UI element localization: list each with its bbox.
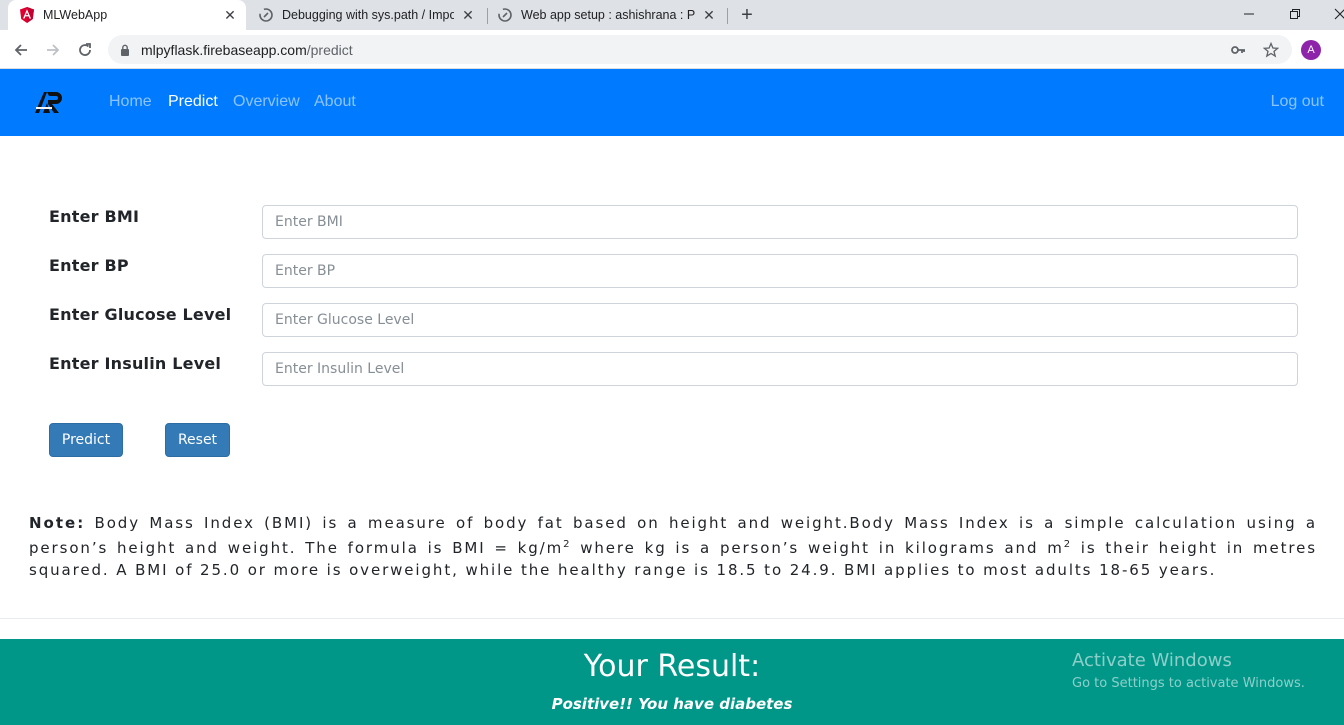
section-divider	[0, 618, 1344, 619]
glucose-label: Enter Glucose Level	[49, 305, 232, 324]
bmi-note: Note: Body Mass Index (BMI) is a measure…	[29, 512, 1317, 581]
restore-icon[interactable]	[1285, 4, 1305, 24]
tab-debugging[interactable]: Debugging with sys.path / Impor ✕	[250, 0, 484, 30]
reset-button[interactable]: Reset	[165, 423, 230, 457]
insulin-label: Enter Insulin Level	[49, 354, 222, 373]
angular-icon	[20, 7, 34, 23]
nav-link-predict[interactable]: Predict	[168, 93, 218, 111]
result-text: Positive!! You have diabetes	[551, 695, 793, 713]
bookmark-star-icon[interactable]	[1263, 42, 1279, 58]
reload-icon[interactable]	[73, 38, 97, 62]
bmi-input[interactable]	[262, 205, 1298, 239]
tab-separator	[727, 8, 728, 24]
bp-input[interactable]	[262, 254, 1298, 288]
profile-avatar[interactable]: A	[1301, 40, 1321, 60]
note-superscript: 2	[1063, 539, 1072, 550]
url-host: mlpyflask.firebaseapp.com	[141, 42, 307, 58]
activate-windows-subtitle: Go to Settings to activate Windows.	[1072, 676, 1305, 691]
tab-separator	[487, 8, 488, 24]
bp-label: Enter BP	[49, 256, 129, 275]
browser-toolbar: mlpyflask.firebaseapp.com/predict	[0, 30, 1344, 69]
predict-button[interactable]: Predict	[49, 423, 123, 457]
forward-icon[interactable]	[41, 38, 65, 62]
brand-logo[interactable]	[34, 89, 66, 115]
pythonanywhere-icon	[258, 7, 274, 23]
note-text: where kg is a person’s weight in kilogra…	[571, 539, 1064, 557]
tab-web-app-setup[interactable]: Web app setup : ashishrana : Pyt ✕	[489, 0, 725, 30]
logout-link[interactable]: Log out	[1271, 93, 1324, 111]
note-heading: Note:	[29, 514, 86, 532]
url-path: /predict	[306, 42, 353, 58]
pythonanywhere-icon	[497, 7, 513, 23]
back-icon[interactable]	[9, 38, 33, 62]
url-text: mlpyflask.firebaseapp.com/predict	[141, 42, 353, 58]
activate-windows-title: Activate Windows	[1072, 650, 1232, 671]
key-icon[interactable]	[1230, 42, 1246, 58]
minimize-icon[interactable]	[1239, 4, 1259, 24]
bmi-label: Enter BMI	[49, 207, 140, 226]
tab-mlwebapp[interactable]: MLWebApp ✕	[8, 0, 246, 30]
tab-title: Debugging with sys.path / Impor	[282, 8, 454, 22]
new-tab-button[interactable]: +	[737, 4, 757, 26]
browser-tab-bar: MLWebApp ✕ Debugging with sys.path / Imp…	[0, 0, 1344, 30]
nav-link-about[interactable]: About	[314, 93, 356, 111]
close-window-icon[interactable]	[1330, 4, 1344, 24]
app-navbar: Home Predict Overview About Log out	[0, 69, 1344, 136]
glucose-input[interactable]	[262, 303, 1298, 337]
close-tab-icon[interactable]: ✕	[701, 7, 717, 23]
tab-title: Web app setup : ashishrana : Pyt	[521, 8, 695, 22]
nav-link-overview[interactable]: Overview	[233, 93, 300, 111]
nav-link-home[interactable]: Home	[109, 93, 152, 111]
close-tab-icon[interactable]: ✕	[460, 7, 476, 23]
lock-icon	[120, 43, 130, 61]
tab-title: MLWebApp	[43, 8, 108, 22]
insulin-input[interactable]	[262, 352, 1298, 386]
address-bar[interactable]: mlpyflask.firebaseapp.com/predict	[108, 35, 1292, 64]
close-tab-icon[interactable]: ✕	[222, 7, 238, 23]
